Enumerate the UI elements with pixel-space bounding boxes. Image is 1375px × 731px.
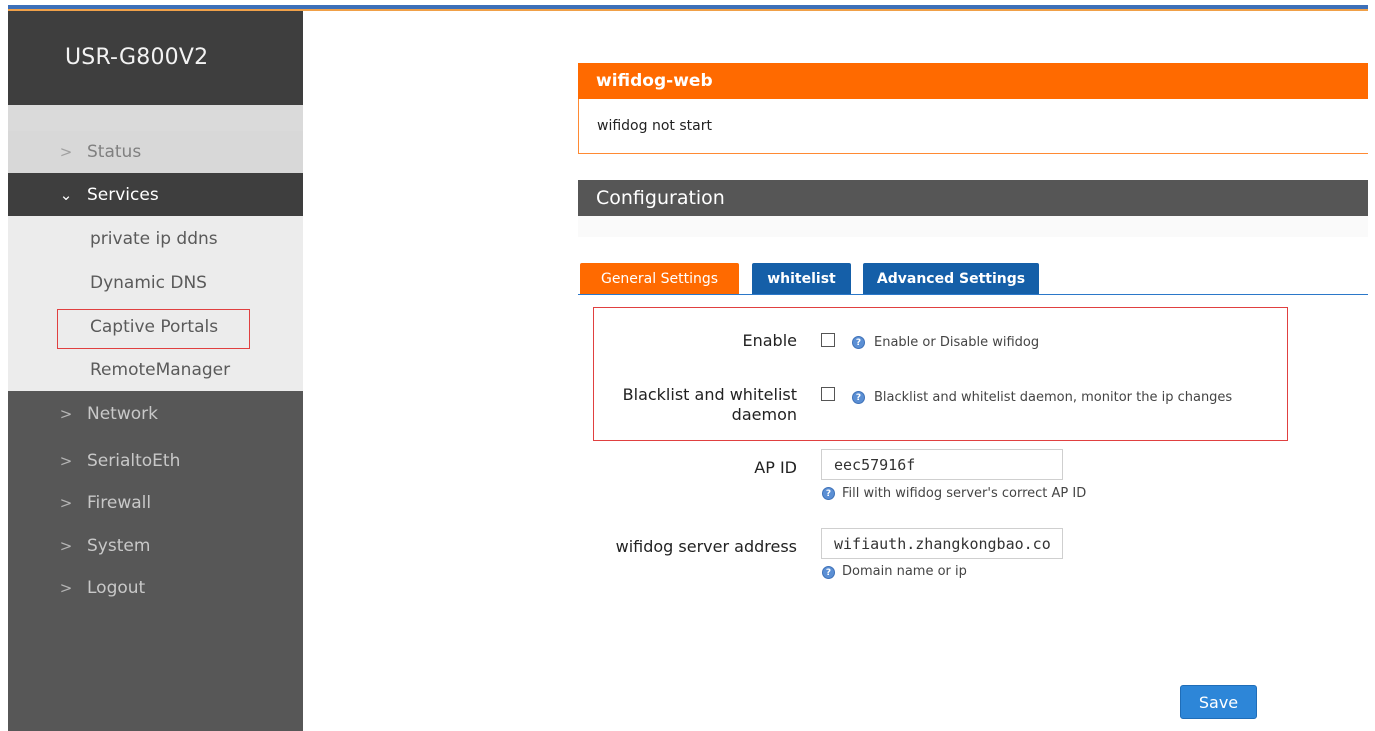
- ap-id-hint: Fill with wifidog server's correct AP ID: [842, 486, 1087, 501]
- status-panel-header: wifidog-web: [578, 63, 1368, 99]
- sidebar-item-serialtoeth[interactable]: > SerialtoEth: [8, 439, 303, 482]
- ap-id-label: AP ID: [754, 458, 797, 477]
- daemon-checkbox[interactable]: [821, 387, 835, 401]
- sidebar-item-logout[interactable]: > Logout: [8, 566, 303, 609]
- captive-portals-annotation: [57, 309, 250, 349]
- submenu-item-private-ip-ddns[interactable]: private ip ddns: [8, 217, 303, 260]
- help-circle-icon: ?: [822, 487, 835, 500]
- sidebar-item-label: System: [87, 535, 151, 556]
- chevron-right-icon: >: [59, 536, 73, 555]
- configuration-title: Configuration: [596, 187, 725, 209]
- tabs-underline: [578, 294, 1368, 295]
- help-circle-icon: ?: [852, 336, 865, 349]
- sidebar-item-network[interactable]: > Network: [8, 392, 303, 435]
- sidebar-item-label: Network: [87, 403, 158, 424]
- server-address-hint: Domain name or ip: [842, 564, 967, 579]
- tab-general-settings[interactable]: General Settings: [580, 263, 739, 294]
- sidebar-item-label: Firewall: [87, 492, 152, 513]
- configuration-strip: [578, 216, 1368, 237]
- help-circle-icon: ?: [852, 391, 865, 404]
- tab-whitelist[interactable]: whitelist: [752, 263, 851, 294]
- tab-advanced-settings[interactable]: Advanced Settings: [863, 263, 1039, 294]
- status-message: wifidog not start: [597, 118, 712, 134]
- sidebar-item-label: SerialtoEth: [87, 450, 181, 471]
- chevron-right-icon: >: [59, 143, 73, 161]
- submenu-item-label: private ip ddns: [90, 228, 218, 249]
- daemon-label: Blacklist and whitelist daemon: [598, 385, 797, 425]
- daemon-label-line2: daemon: [731, 405, 797, 424]
- enable-hint: Enable or Disable wifidog: [874, 335, 1040, 350]
- chevron-right-icon: >: [59, 493, 73, 512]
- sidebar-item-label: Status: [87, 142, 142, 162]
- chevron-down-icon: ⌄: [59, 185, 73, 204]
- help-circle-icon: ?: [822, 566, 835, 579]
- sidebar-item-label: Services: [87, 184, 159, 205]
- submenu-item-label: RemoteManager: [90, 359, 231, 380]
- ap-id-input[interactable]: [821, 449, 1063, 480]
- enable-checkbox[interactable]: [821, 333, 835, 347]
- enable-label: Enable: [742, 331, 798, 350]
- chevron-right-icon: >: [59, 404, 73, 423]
- sidebar-item-label: Logout: [87, 577, 146, 598]
- daemon-hint: Blacklist and whitelist daemon, monitor …: [874, 390, 1233, 405]
- daemon-label-line1: Blacklist and whitelist: [622, 385, 797, 404]
- brand-title: USR-G800V2: [65, 45, 209, 70]
- status-panel-title: wifidog-web: [596, 71, 713, 91]
- submenu-item-remote-manager[interactable]: RemoteManager: [8, 348, 303, 391]
- submenu-item-label: Dynamic DNS: [90, 272, 207, 293]
- sidebar-item-status[interactable]: > Status: [8, 131, 303, 173]
- save-button[interactable]: Save: [1180, 685, 1257, 719]
- server-address-label: wifidog server address: [615, 537, 797, 556]
- sidebar-item-firewall[interactable]: > Firewall: [8, 481, 303, 524]
- server-address-input[interactable]: [821, 528, 1063, 559]
- chevron-right-icon: >: [59, 451, 73, 470]
- sidebar-item-services[interactable]: ⌄ Services: [8, 173, 303, 216]
- brand-header: USR-G800V2: [8, 11, 303, 105]
- sidebar-item-system[interactable]: > System: [8, 524, 303, 567]
- submenu-item-dynamic-dns[interactable]: Dynamic DNS: [8, 261, 303, 304]
- chevron-right-icon: >: [59, 578, 73, 597]
- sidebar: USR-G800V2 > Status ⌄ Services private i…: [8, 11, 303, 731]
- configuration-header: Configuration: [578, 180, 1368, 216]
- status-panel-body: wifidog not start: [578, 99, 1368, 154]
